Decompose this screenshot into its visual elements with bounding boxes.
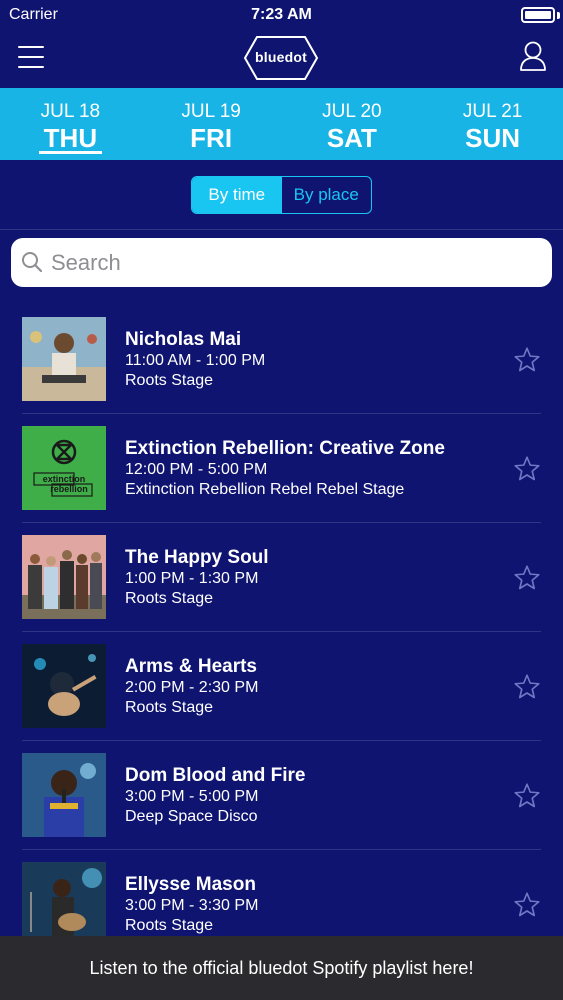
event-stage: Extinction Rebellion Rebel Rebel Stage — [125, 481, 405, 498]
day-tab-thu[interactable]: JUL 18 THU — [0, 88, 141, 160]
favorite-star-icon[interactable] — [512, 345, 542, 375]
nav-bar: bluedot — [0, 30, 563, 88]
view-mode-segmented-control: By time By place — [191, 176, 372, 214]
day-name: FRI — [190, 123, 233, 153]
event-stage: Roots Stage — [125, 917, 214, 934]
logo-text: bluedot — [255, 49, 307, 65]
event-thumbnail — [22, 862, 106, 946]
event-row[interactable]: Arms & Hearts 2:00 PM - 2:30 PM Roots Stag… — [0, 632, 563, 741]
day-selector: JUL 18 THU JUL 19 FRI JUL 20 SAT JUL 21 SUN — [0, 88, 563, 160]
day-name: THU — [43, 123, 98, 153]
event-time: 1:00 PM - 1:30 PM — [125, 570, 259, 587]
battery-icon — [521, 7, 555, 23]
day-date: JUL 19 — [181, 101, 241, 122]
clock: 7:23 AM — [251, 6, 312, 23]
event-name: The Happy Soul — [125, 547, 269, 568]
event-time: 12:00 PM - 5:00 PM — [125, 461, 268, 478]
divider — [0, 229, 563, 230]
favorite-star-icon[interactable] — [512, 781, 542, 811]
event-name: Ellysse Mason — [125, 874, 256, 895]
event-time: 3:00 PM - 3:30 PM — [125, 897, 259, 914]
event-thumbnail — [22, 535, 106, 619]
event-row[interactable]: Nicholas Mai 11:00 AM - 1:00 PM Roots Stag… — [0, 305, 563, 414]
search-bar[interactable] — [11, 238, 552, 287]
battery-tip — [557, 12, 560, 19]
event-name: Dom Blood and Fire — [125, 765, 306, 786]
spotify-playlist-banner[interactable]: Listen to the official bluedot Spotify p… — [0, 936, 563, 1000]
event-time: 11:00 AM - 1:00 PM — [125, 352, 266, 369]
day-tab-sun[interactable]: JUL 21 SUN — [422, 88, 563, 160]
day-name: SUN — [465, 123, 521, 153]
event-time: 2:00 PM - 2:30 PM — [125, 679, 259, 696]
favorite-star-icon[interactable] — [512, 563, 542, 593]
spotify-banner-text: Listen to the official bluedot Spotify p… — [89, 957, 474, 978]
event-row[interactable]: Dom Blood and Fire 3:00 PM - 5:00 PM Deep … — [0, 741, 563, 850]
event-row[interactable]: The Happy Soul 1:00 PM - 1:30 PM Roots Sta… — [0, 523, 563, 632]
status-bar: Carrier 7:23 AM — [0, 0, 563, 30]
day-date: JUL 20 — [322, 101, 382, 122]
bluedot-logo: bluedot — [243, 35, 319, 81]
event-thumbnail — [22, 753, 106, 837]
event-name: Arms & Hearts — [125, 656, 257, 677]
event-thumbnail — [22, 644, 106, 728]
day-date: JUL 21 — [462, 101, 523, 122]
by-place-tab[interactable]: By place — [282, 177, 372, 213]
favorite-star-icon[interactable] — [512, 890, 542, 920]
xr-logo-text-1: extinction — [43, 474, 86, 484]
event-list: Nicholas Mai 11:00 AM - 1:00 PM Roots Stag… — [0, 305, 563, 959]
event-stage: Roots Stage — [125, 699, 214, 716]
selected-day-underline — [39, 151, 102, 154]
profile-icon[interactable] — [519, 40, 547, 72]
search-input[interactable] — [51, 238, 541, 287]
event-name: Extinction Rebellion: Creative Zone — [125, 438, 445, 459]
event-stage: Deep Space Disco — [125, 808, 258, 825]
search-icon — [21, 251, 43, 273]
day-date: JUL 18 — [40, 101, 101, 122]
event-time: 3:00 PM - 5:00 PM — [125, 788, 259, 805]
event-thumbnail — [22, 317, 106, 401]
event-stage: Roots Stage — [125, 590, 214, 607]
day-tab-sat[interactable]: JUL 20 SAT — [282, 88, 423, 160]
favorite-star-icon[interactable] — [512, 672, 542, 702]
favorite-star-icon[interactable] — [512, 454, 542, 484]
hamburger-menu-icon[interactable] — [18, 46, 44, 68]
event-row[interactable]: extinction rebellion Extinction Rebellion:… — [0, 414, 563, 523]
event-stage: Roots Stage — [125, 372, 214, 389]
by-time-tab[interactable]: By time — [192, 177, 282, 213]
day-name: SAT — [326, 123, 377, 153]
event-name: Nicholas Mai — [125, 329, 242, 350]
day-tab-fri[interactable]: JUL 19 FRI — [141, 88, 282, 160]
event-thumbnail: extinction rebellion — [22, 426, 106, 510]
